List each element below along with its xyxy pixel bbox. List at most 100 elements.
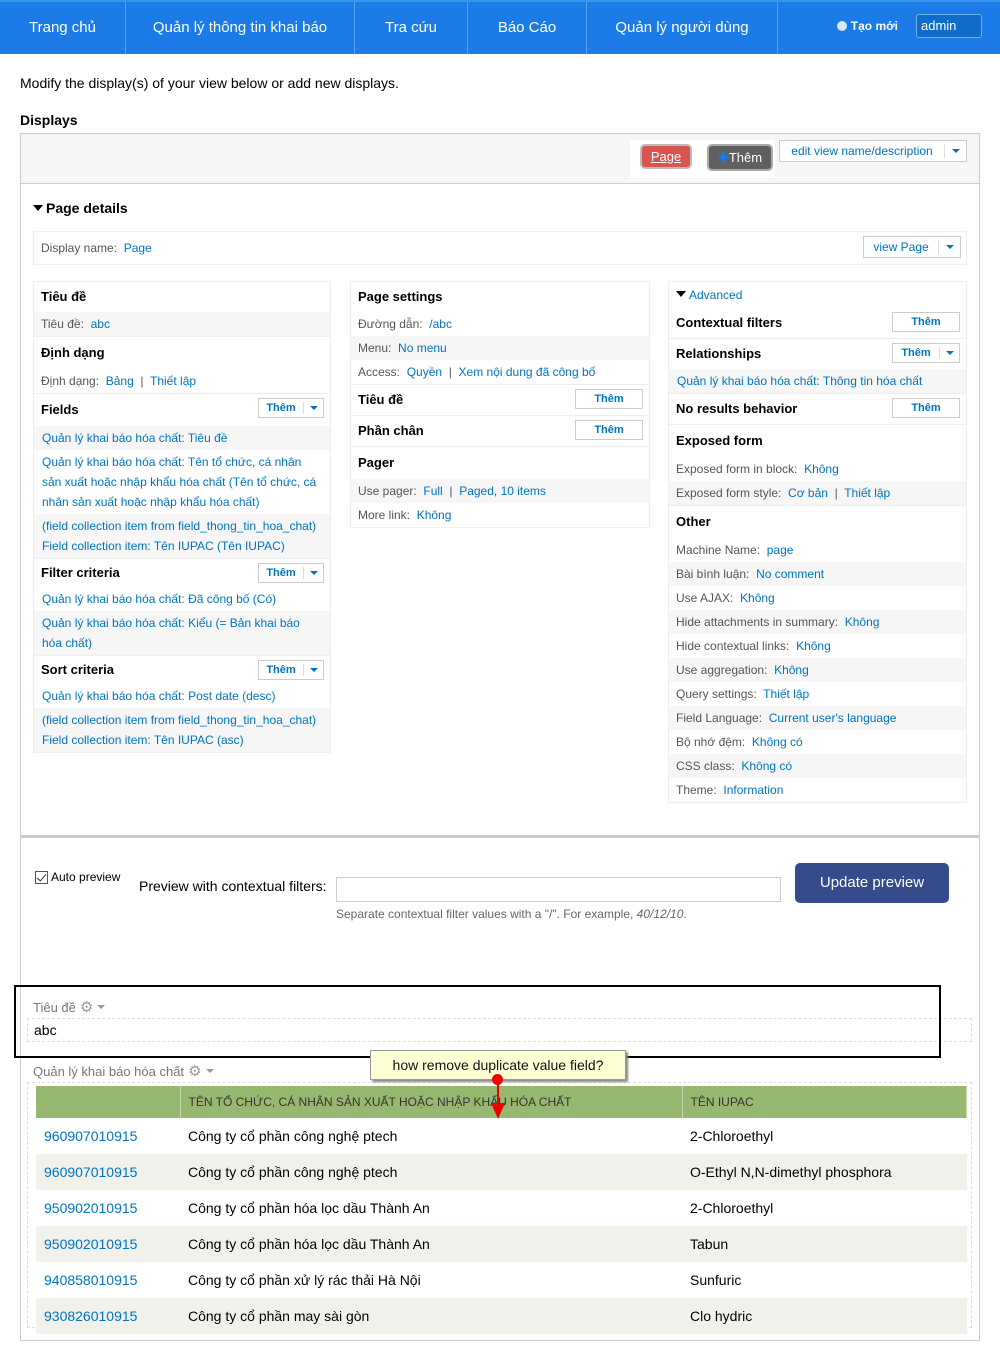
sort-add-dropdown[interactable]: Thêm [258, 660, 324, 680]
menu-link[interactable]: No menu [398, 341, 447, 355]
table-row: 960907010915 Công ty cổ phần công nghệ pt… [36, 1154, 967, 1190]
plus-circle-icon [836, 21, 847, 31]
sort-item[interactable]: (field collection item from field_thong_… [34, 708, 330, 752]
contextual-filter-input[interactable] [336, 877, 781, 902]
nav-home[interactable]: Trang chủ [0, 2, 126, 54]
other-setting-row: Hide attachments in summary: Không [669, 610, 966, 634]
header-add-button[interactable]: Thêm [575, 389, 643, 409]
nav-user-management[interactable]: Quản lý người dùng [587, 2, 778, 54]
nav-declaration-management[interactable]: Quản lý thông tin khai báo [126, 2, 355, 54]
chevron-down-icon[interactable] [938, 240, 960, 254]
relationships-add-dropdown[interactable]: Thêm [892, 343, 960, 363]
sort-item[interactable]: Quản lý khai báo hóa chất: Post date (de… [34, 684, 330, 708]
chevron-down-icon [303, 402, 323, 414]
format-settings-link[interactable]: Thiết lập [150, 374, 196, 388]
triangle-down-icon [676, 291, 686, 297]
record-id-link[interactable]: 950902010915 [36, 1190, 180, 1226]
record-id-link[interactable]: 960907010915 [36, 1118, 180, 1154]
format-value-link[interactable]: Bảng [106, 374, 134, 388]
gear-icon[interactable]: ⚙ [80, 998, 93, 1016]
other-setting-link[interactable]: Không [740, 591, 775, 605]
field-item[interactable]: (field collection item from field_thong_… [34, 514, 330, 558]
no-results-add-button[interactable]: Thêm [892, 398, 960, 418]
filter-item[interactable]: Quản lý khai báo hóa chất: Đã công bố (C… [34, 587, 330, 611]
chevron-down-icon [303, 664, 323, 676]
title-row: Tiêu đề: abc [34, 312, 330, 336]
column-header[interactable]: TÊN IUPAC [682, 1086, 967, 1118]
column-header[interactable] [36, 1086, 181, 1118]
filter-add-dropdown[interactable]: Thêm [258, 563, 324, 583]
auto-preview-checkbox[interactable]: Auto preview [35, 870, 120, 884]
plus-icon: ✚ [717, 150, 729, 165]
field-item[interactable]: Quản lý khai báo hóa chất: Tiêu đề [34, 426, 330, 450]
add-display-button[interactable]: ✚Thêm [707, 144, 773, 171]
path-link[interactable]: /abc [429, 317, 452, 331]
checkbox-checked-icon[interactable] [35, 870, 48, 884]
preview-title-label: Tiêu đề ⚙ [33, 998, 106, 1016]
exposed-block-row: Exposed form in block: Không [676, 462, 839, 476]
access-detail-link[interactable]: Xem nội dung đã công bố [459, 365, 596, 379]
display-name-link[interactable]: Page [124, 241, 152, 255]
contextual-add-button[interactable]: Thêm [892, 312, 960, 332]
other-setting-link[interactable]: page [767, 543, 794, 557]
record-id-link[interactable]: 960907010915 [36, 1154, 180, 1190]
other-setting-link[interactable]: Không [845, 615, 880, 629]
other-setting-link[interactable]: Không có [752, 735, 803, 749]
contextual-filter-help: Separate contextual filter values with a… [336, 907, 687, 921]
other-setting-row: Bài bình luận: No comment [669, 562, 966, 586]
view-page-dropdown[interactable]: view Page [863, 236, 961, 258]
footer-section-heading: Phần chân Thêm [351, 415, 649, 446]
exposed-style-link[interactable]: Cơ bản [788, 486, 828, 500]
nav-lookup[interactable]: Tra cứu [355, 2, 468, 54]
chevron-down-icon[interactable] [97, 1005, 106, 1009]
footer-add-button[interactable]: Thêm [575, 420, 643, 440]
fields-add-dropdown[interactable]: Thêm [258, 398, 324, 418]
filter-item[interactable]: Quản lý khai báo hóa chất: Kiểu (= Bản k… [34, 611, 330, 655]
tab-page[interactable]: Page [640, 144, 692, 169]
other-setting-link[interactable]: No comment [756, 567, 824, 581]
more-link-value[interactable]: Không [417, 508, 452, 522]
user-menu[interactable]: admin [916, 14, 982, 38]
other-setting-link[interactable]: Information [723, 783, 783, 797]
chevron-down-icon[interactable] [205, 1069, 214, 1073]
exposed-block-link[interactable]: Không [804, 462, 839, 476]
other-setting-link[interactable]: Không có [741, 759, 792, 773]
update-preview-button[interactable]: Update preview [795, 863, 949, 903]
use-pager-link[interactable]: Full [423, 484, 442, 498]
exposed-style-settings-link[interactable]: Thiết lập [844, 486, 890, 500]
other-setting-link[interactable]: Không [796, 639, 831, 653]
table-row: 950902010915 Công ty cổ phần hóa lọc dầu … [36, 1190, 967, 1226]
iupac-name-cell: 2-Chloroethyl [690, 1128, 774, 1144]
other-setting-row: CSS class: Không có [669, 754, 966, 778]
column-basic: Tiêu đề Tiêu đề: abc Định dạng Định dạng… [33, 281, 331, 753]
iupac-name-cell: Clo hydric [682, 1298, 967, 1334]
edit-view-dropdown[interactable]: edit view name/description [779, 140, 967, 162]
chevron-down-icon [303, 567, 323, 579]
title-value-link[interactable]: abc [91, 317, 110, 331]
chevron-down-icon[interactable] [944, 144, 966, 158]
record-id-link[interactable]: 950902010915 [36, 1226, 180, 1262]
other-settings-list: Machine Name: page Bài bình luận: No comm… [669, 538, 966, 802]
column-header[interactable]: TÊN TỔ CHỨC, CÁ NHÂN SẢN XUẤT HOẶC NHẬP … [180, 1086, 683, 1118]
format-row: Định dạng: Bảng | Thiết lập [41, 374, 197, 388]
view-page-label[interactable]: view Page [864, 231, 938, 263]
record-id-link[interactable]: 940858010915 [36, 1262, 180, 1298]
nav-reports[interactable]: Báo Cáo [468, 2, 587, 54]
other-setting-link[interactable]: Không [774, 663, 809, 677]
edit-view-label[interactable]: edit view name/description [780, 144, 944, 158]
create-new-button[interactable]: Tạo mới [836, 19, 898, 33]
page-details-heading[interactable]: Page details [33, 200, 128, 216]
advanced-toggle[interactable]: Advanced [669, 282, 966, 308]
access-link[interactable]: Quyền [407, 365, 442, 379]
menu-row: Menu: No menu [351, 336, 649, 360]
path-row: Đường dẫn: /abc [358, 317, 452, 331]
record-id-link[interactable]: 930826010915 [36, 1298, 180, 1334]
preview-title: abc [27, 1018, 972, 1042]
field-item[interactable]: Quản lý khai báo hóa chất: Tên tổ chức, … [34, 450, 330, 514]
other-setting-link[interactable]: Current user's language [769, 711, 897, 725]
relationship-item[interactable]: Quản lý khai báo hóa chất: Thông tin hóa… [669, 369, 966, 393]
other-setting-link[interactable]: Thiết lập [763, 687, 809, 701]
access-row: Access: Quyền | Xem nội dung đã công bố [358, 365, 596, 379]
gear-icon[interactable]: ⚙ [188, 1062, 201, 1080]
pager-detail-link[interactable]: Paged, 10 items [459, 484, 546, 498]
